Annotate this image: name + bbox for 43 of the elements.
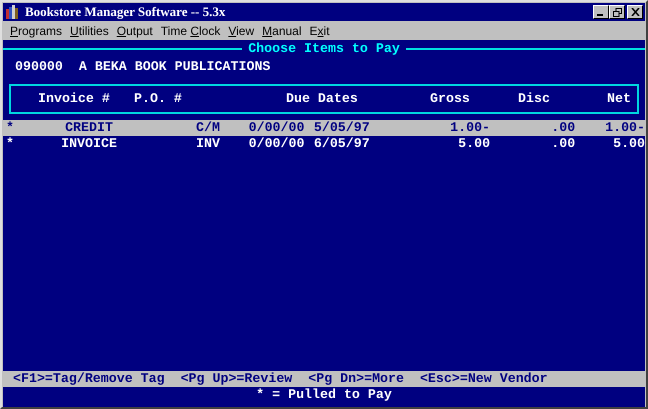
column-header: Gross — [430, 91, 470, 107]
invoice-row[interactable]: * INVOICE INV 0/00/00 6/05/97 5.00 .00 5.00 — [3, 136, 645, 152]
table-cell-text: INV — [196, 136, 221, 152]
table-cell-text: 6/05/97 — [314, 136, 371, 152]
key-help-text: <F1>=Tag/Remove Tag <Pg Up>=Review <Pg Dn>=More <Esc>=New Vendor — [13, 371, 548, 386]
table-cell-text: 1.00- — [604, 120, 646, 136]
menu-item[interactable]: Output — [112, 24, 157, 38]
tag-mark: * — [5, 120, 12, 136]
table-cell-text: CREDIT — [64, 120, 114, 136]
vendor-code: 090000 — [15, 59, 63, 75]
column-header: P.O. # — [134, 91, 182, 107]
table-cell-text: 1.00- — [449, 120, 490, 136]
table-cell-text: INVOICE — [60, 136, 118, 152]
table-cell-text: 5.00 — [612, 136, 646, 152]
column-header: Disc — [518, 91, 550, 107]
vendor-name: A BEKA BOOK PUBLICATIONS — [78, 59, 270, 75]
column-header: Net — [607, 91, 631, 107]
close-icon — [630, 8, 640, 16]
restore-button[interactable] — [609, 5, 625, 19]
table-cell-text: C/M — [196, 120, 221, 136]
minimize-button[interactable] — [593, 5, 609, 19]
tag-mark: * — [5, 136, 12, 152]
screen-title: Choose Items to Pay — [247, 41, 401, 57]
table-cell-text: 0/00/00 — [248, 136, 306, 152]
menu-item[interactable]: Programs — [6, 24, 66, 38]
table-cell-text: 0/00/00 — [248, 120, 306, 136]
menu-item[interactable]: Exit — [306, 24, 334, 38]
menu-item[interactable]: View — [224, 24, 258, 38]
column-header: Invoice # — [38, 91, 110, 107]
restore-icon — [612, 8, 622, 16]
close-button[interactable] — [627, 5, 643, 19]
menu-item[interactable]: Time Clock — [156, 24, 224, 38]
invoice-row[interactable]: * CREDIT C/M 0/00/00 5/05/97 1.00- .00 1.00- — [3, 120, 645, 136]
menu-item[interactable]: Utilities — [66, 24, 113, 38]
table-cell-text: 5/05/97 — [314, 120, 371, 136]
table-cell-text: .00 — [550, 120, 576, 136]
table-cell-text: 5.00 — [457, 136, 490, 152]
column-header: Due Dates — [286, 91, 358, 107]
table-cell-text: .00 — [550, 136, 576, 152]
books-icon — [5, 4, 21, 20]
legend-text: * = Pulled to Pay — [256, 387, 392, 404]
window-title: Bookstore Manager Software -- 5.3x — [25, 4, 226, 20]
menu-item[interactable]: Manual — [258, 24, 306, 38]
